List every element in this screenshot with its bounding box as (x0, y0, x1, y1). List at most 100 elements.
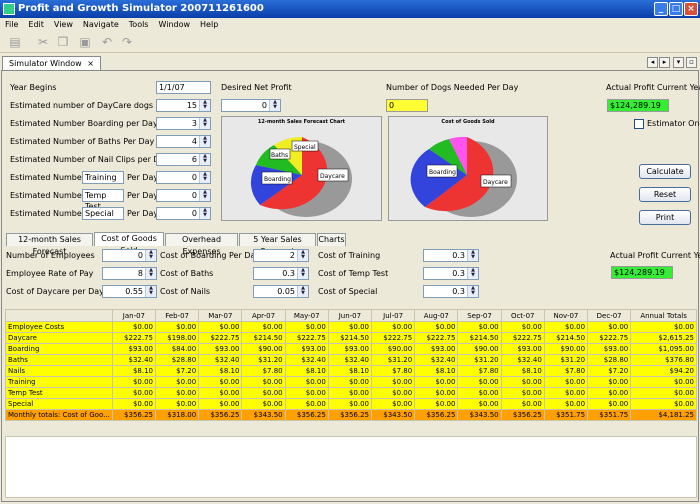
table-cell[interactable]: $0.00 (284, 321, 329, 333)
table-cell[interactable]: $0.00 (327, 376, 373, 388)
table-cell[interactable]: $0.00 (371, 387, 416, 399)
table-cell[interactable]: $0.00 (198, 398, 243, 410)
table-cell[interactable]: $93.00 (500, 343, 545, 355)
tab-charts[interactable]: Charts (317, 233, 346, 246)
row-label[interactable]: Boarding (5, 343, 113, 355)
spinner-arrows-icon[interactable]: ▲ ▼ (297, 268, 308, 279)
spinner-arrows-icon[interactable]: ▲ ▼ (199, 100, 210, 111)
table-cell[interactable]: $7.80 (241, 365, 286, 377)
tab-cost-of-goods[interactable]: Cost of Goods Sold (94, 232, 164, 255)
total-cell[interactable]: $356.25 (284, 409, 329, 421)
special-cost-spinner[interactable]: 0.3 ▲ ▼ (423, 285, 479, 298)
table-cell[interactable]: $0.00 (500, 321, 545, 333)
table-cell[interactable]: $1,095.00 (630, 343, 697, 355)
total-cell[interactable]: $356.25 (327, 409, 373, 421)
column-header[interactable]: Apr-07 (241, 309, 286, 322)
boarding-spinner[interactable]: 3 ▲ ▼ (156, 117, 211, 130)
table-cell[interactable]: $32.40 (327, 354, 373, 366)
save-icon[interactable]: ▤ (8, 35, 22, 49)
table-cell[interactable]: $7.80 (543, 365, 589, 377)
table-cell[interactable]: $0.00 (198, 376, 243, 388)
table-cell[interactable]: $222.75 (371, 332, 416, 344)
spinner-arrows-icon[interactable]: ▲ ▼ (199, 172, 210, 183)
table-cell[interactable]: $7.20 (154, 365, 200, 377)
menu-view[interactable]: View (49, 20, 78, 29)
table-cell[interactable]: $31.20 (457, 354, 502, 366)
table-cell[interactable]: $0.00 (284, 398, 329, 410)
total-cell[interactable]: $343.50 (371, 409, 416, 421)
total-cell[interactable]: $343.50 (457, 409, 502, 421)
table-cell[interactable]: $2,615.25 (630, 332, 697, 344)
table-cell[interactable]: $8.10 (500, 365, 545, 377)
total-cell[interactable]: $356.25 (500, 409, 545, 421)
spinner-arrows-icon[interactable]: ▲ ▼ (467, 250, 478, 261)
table-cell[interactable]: $0.00 (241, 321, 286, 333)
table-cell[interactable]: $222.75 (587, 332, 632, 344)
table-cell[interactable]: $93.00 (284, 343, 329, 355)
table-cell[interactable]: $222.75 (284, 332, 329, 344)
row-label[interactable]: Training (5, 376, 113, 388)
calculate-button[interactable]: Calculate (639, 164, 691, 179)
column-header[interactable]: May-07 (284, 309, 329, 322)
custom3-name-field[interactable]: Special (82, 207, 124, 220)
table-cell[interactable]: $90.00 (543, 343, 589, 355)
table-cell[interactable]: $0.00 (587, 321, 632, 333)
table-cell[interactable]: $0.00 (543, 387, 589, 399)
tab-close-icon[interactable]: × (87, 59, 94, 68)
column-header[interactable]: Feb-07 (154, 309, 200, 322)
table-cell[interactable]: $0.00 (500, 387, 545, 399)
table-cell[interactable]: $214.50 (543, 332, 589, 344)
table-cell[interactable]: $0.00 (587, 387, 632, 399)
table-cell[interactable]: $0.00 (111, 387, 157, 399)
redo-icon[interactable]: ↷ (120, 35, 134, 49)
table-cell[interactable]: $0.00 (543, 321, 589, 333)
table-cell[interactable]: $8.10 (284, 365, 329, 377)
spinner-arrows-icon[interactable]: ▲ ▼ (145, 250, 156, 261)
table-cell[interactable]: $31.20 (543, 354, 589, 366)
menu-help[interactable]: Help (195, 20, 223, 29)
num-employees-spinner[interactable]: 0 ▲ ▼ (102, 249, 157, 262)
row-label[interactable]: Daycare (5, 332, 113, 344)
row-label[interactable]: Employee Costs (5, 321, 113, 333)
spinner-arrows-icon[interactable]: ▲ ▼ (199, 118, 210, 129)
table-cell[interactable]: $214.50 (457, 332, 502, 344)
table-cell[interactable]: $32.40 (414, 354, 459, 366)
column-header[interactable]: Jun-07 (327, 309, 373, 322)
column-header[interactable]: Oct-07 (500, 309, 545, 322)
table-cell[interactable]: $28.80 (154, 354, 200, 366)
table-cell[interactable]: $0.00 (587, 398, 632, 410)
table-cell[interactable]: $7.80 (457, 365, 502, 377)
spinner-arrows-icon[interactable]: ▲ ▼ (297, 250, 308, 261)
table-cell[interactable]: $93.00 (587, 343, 632, 355)
table-cell[interactable]: $0.00 (111, 398, 157, 410)
menu-edit[interactable]: Edit (23, 20, 49, 29)
column-header[interactable]: Annual Totals (630, 309, 697, 322)
year-begins-field[interactable]: 1/1/07 (156, 81, 211, 94)
table-cell[interactable]: $90.00 (241, 343, 286, 355)
table-cell[interactable]: $0.00 (327, 387, 373, 399)
table-cell[interactable]: $0.00 (457, 376, 502, 388)
table-cell[interactable]: $0.00 (198, 387, 243, 399)
table-cell[interactable]: $0.00 (371, 398, 416, 410)
copy-icon[interactable]: ❐ (56, 35, 70, 49)
table-cell[interactable]: $0.00 (500, 376, 545, 388)
spinner-arrows-icon[interactable]: ▲ ▼ (297, 286, 308, 297)
table-cell[interactable]: $0.00 (198, 321, 243, 333)
undo-icon[interactable]: ↶ (100, 35, 114, 49)
spinner-arrows-icon[interactable]: ▲ ▼ (145, 286, 156, 297)
table-cell[interactable]: $0.00 (327, 398, 373, 410)
table-cell[interactable]: $0.00 (111, 321, 157, 333)
row-label[interactable]: Baths (5, 354, 113, 366)
menu-file[interactable]: File (0, 20, 23, 29)
total-cell[interactable]: $356.25 (414, 409, 459, 421)
table-cell[interactable]: $93.00 (327, 343, 373, 355)
menu-navigate[interactable]: Navigate (78, 20, 124, 29)
table-cell[interactable]: $8.10 (198, 365, 243, 377)
table-cell[interactable]: $0.00 (414, 387, 459, 399)
tab-sales-forecast[interactable]: 12-month Sales Forecast (6, 233, 93, 256)
table-cell[interactable]: $84.00 (154, 343, 200, 355)
total-cell[interactable]: $351.75 (543, 409, 589, 421)
nails-cost-spinner[interactable]: 0.05 ▲ ▼ (253, 285, 309, 298)
print-button[interactable]: Print (639, 210, 691, 225)
table-cell[interactable]: $0.00 (457, 387, 502, 399)
